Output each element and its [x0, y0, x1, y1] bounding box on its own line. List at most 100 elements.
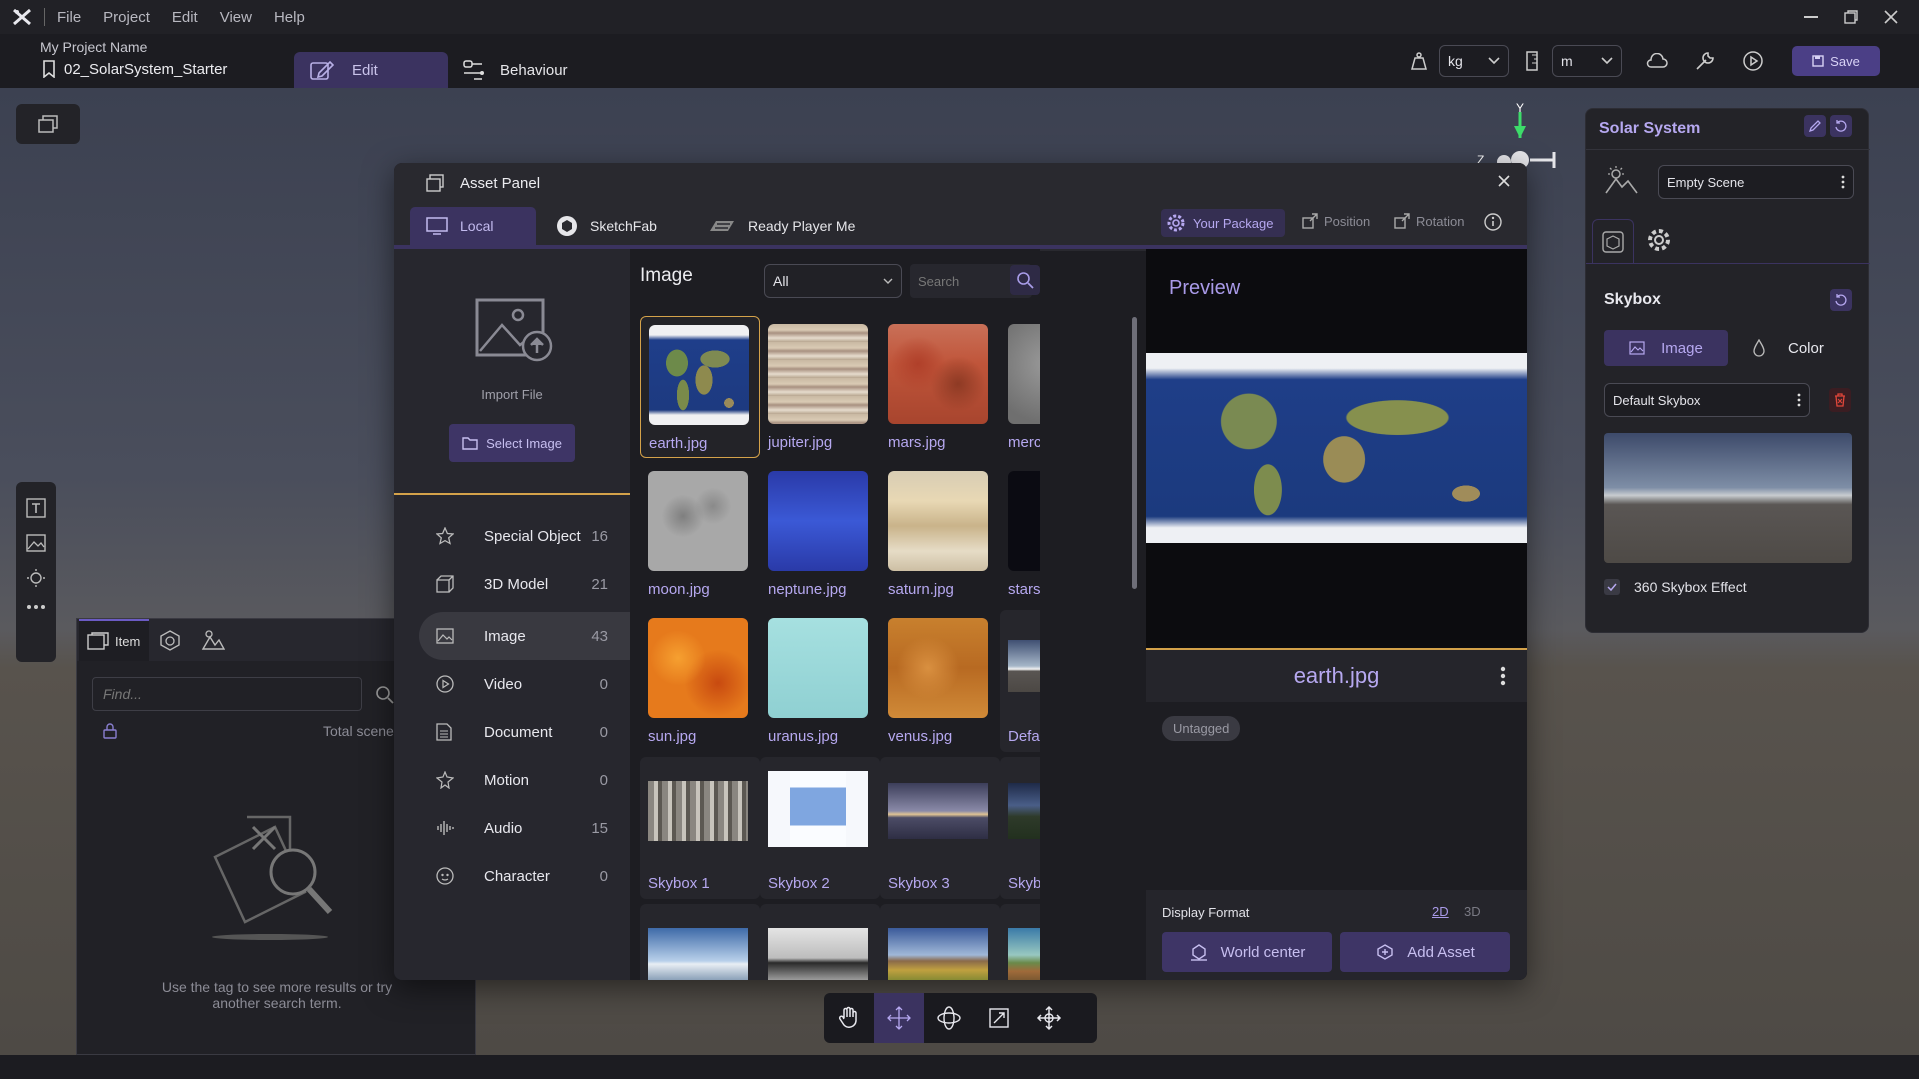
- environment-tab-icon[interactable]: [201, 629, 225, 651]
- tab-sketchfab[interactable]: SketchFab: [556, 207, 657, 245]
- asset-thumb-venus[interactable]: venus.jpg: [880, 610, 1000, 752]
- asset-thumb-skybox-4[interactable]: Skybox 4: [1000, 757, 1040, 899]
- save-button[interactable]: Save: [1792, 46, 1880, 76]
- asset-thumb-skybox-5[interactable]: [640, 904, 760, 980]
- category-motion[interactable]: Motion 0: [436, 758, 608, 802]
- menu-file[interactable]: File: [57, 9, 81, 26]
- asset-thumb-skybox-7[interactable]: [880, 904, 1000, 980]
- asset-thumb-earth[interactable]: earth.jpg: [640, 316, 760, 458]
- transform-tool-button[interactable]: [1024, 993, 1074, 1043]
- category-video[interactable]: Video 0: [436, 662, 608, 706]
- asset-thumb-neptune[interactable]: neptune.jpg: [760, 463, 880, 605]
- scene-name[interactable]: 02_SolarSystem_Starter: [42, 60, 227, 78]
- audio-icon: [436, 820, 454, 836]
- play-icon[interactable]: [1736, 44, 1770, 78]
- more-icon[interactable]: [26, 604, 46, 610]
- light-tool-icon[interactable]: [26, 568, 46, 588]
- asset-thumb-mercury[interactable]: mercury.jpg: [1000, 316, 1040, 458]
- restore-icon[interactable]: [1831, 0, 1871, 34]
- sketchfab-icon: [556, 215, 578, 237]
- tab-behaviour[interactable]: Behaviour: [462, 52, 568, 88]
- category-character[interactable]: Character 0: [436, 854, 608, 898]
- format-2d-button[interactable]: 2D: [1432, 904, 1449, 919]
- delete-skybox-button[interactable]: [1829, 388, 1851, 412]
- text-tool-icon[interactable]: [26, 498, 46, 518]
- asset-thumb-stars-milky[interactable]: stars_milky.jpg: [1000, 463, 1040, 605]
- asset-thumb-skybox-8[interactable]: [1000, 904, 1040, 980]
- mass-unit-select[interactable]: kg: [1439, 45, 1509, 77]
- character-icon: [436, 867, 454, 885]
- tab-skybox-color[interactable]: Color: [1752, 330, 1824, 366]
- asset-thumb-jupiter[interactable]: jupiter.jpg: [760, 316, 880, 458]
- menu-view[interactable]: View: [220, 9, 252, 26]
- tab-local[interactable]: Local: [410, 207, 536, 245]
- rotation-button[interactable]: Rotation: [1394, 213, 1464, 229]
- skybox-effect-checkbox[interactable]: [1604, 579, 1620, 595]
- asset-thumb-sun[interactable]: sun.jpg: [640, 610, 760, 752]
- preview-image: [1146, 353, 1527, 543]
- add-asset-icon: [1375, 943, 1395, 961]
- move-tool-button[interactable]: [874, 993, 924, 1043]
- asset-thumb-saturn[interactable]: saturn.jpg: [880, 463, 1000, 605]
- lock-icon[interactable]: [103, 723, 117, 739]
- category-document[interactable]: Document 0: [436, 710, 608, 754]
- tab-item[interactable]: Item: [79, 619, 149, 661]
- layers-toggle-button[interactable]: [16, 104, 80, 144]
- cube-outline-icon: [1601, 230, 1625, 254]
- add-asset-label: Add Asset: [1407, 943, 1475, 961]
- preview-filename: earth.jpg: [1293, 663, 1380, 688]
- category-image[interactable]: Image 43: [436, 614, 608, 658]
- search-icon[interactable]: [375, 685, 395, 705]
- asset-thumb-skybox-3[interactable]: Skybox 3: [880, 757, 1000, 899]
- tab-skybox-image[interactable]: Image: [1604, 330, 1728, 366]
- skybox-reset-icon[interactable]: [1830, 289, 1852, 311]
- tag-badge[interactable]: Untagged: [1162, 716, 1241, 741]
- rotate-tool-button[interactable]: [924, 993, 974, 1043]
- kebab-menu-icon[interactable]: [1500, 666, 1506, 686]
- skybox-select[interactable]: Default Skybox: [1604, 383, 1810, 417]
- asset-thumb-moon[interactable]: moon.jpg: [640, 463, 760, 605]
- find-input[interactable]: Find...: [92, 677, 362, 711]
- thumb-label: mars.jpg: [888, 434, 946, 451]
- asset-thumb-mars[interactable]: mars.jpg: [880, 316, 1000, 458]
- asset-thumb-default-skybox[interactable]: Default Skybox: [1000, 610, 1040, 752]
- project-header: My Project Name 02_SolarSystem_Starter: [0, 34, 1919, 88]
- your-package-button[interactable]: Your Package: [1161, 209, 1285, 237]
- position-button[interactable]: Position: [1302, 213, 1370, 229]
- minimize-icon[interactable]: [1791, 0, 1831, 34]
- scale-tool-button[interactable]: [974, 993, 1024, 1043]
- skybox-effect-label: 360 Skybox Effect: [1634, 579, 1747, 595]
- tab-ready-player-me[interactable]: Ready Player Me: [708, 207, 855, 245]
- menu-project[interactable]: Project: [103, 9, 150, 26]
- scene-select[interactable]: Empty Scene: [1658, 165, 1854, 199]
- skybox-preview: [1604, 433, 1852, 563]
- hand-tool-button[interactable]: [824, 993, 874, 1043]
- tab-object-properties[interactable]: [1592, 219, 1634, 263]
- menu-edit[interactable]: Edit: [172, 9, 198, 26]
- category-audio[interactable]: Audio 15: [436, 806, 608, 850]
- object-tab-icon[interactable]: [159, 629, 181, 651]
- info-icon[interactable]: [1484, 213, 1502, 231]
- world-center-button[interactable]: World center: [1162, 932, 1332, 972]
- close-icon[interactable]: [1498, 175, 1510, 187]
- asset-thumb-skybox-6[interactable]: [760, 904, 880, 980]
- cloud-icon[interactable]: [1640, 44, 1674, 78]
- settings-gear-icon[interactable]: [1646, 227, 1672, 253]
- grid-scrollbar[interactable]: [1132, 317, 1137, 589]
- rename-icon[interactable]: [1804, 115, 1826, 137]
- close-window-icon[interactable]: [1871, 0, 1911, 34]
- tab-edit[interactable]: Edit: [294, 52, 448, 88]
- reset-icon[interactable]: [1830, 115, 1852, 137]
- image-tool-icon[interactable]: [26, 534, 46, 552]
- format-3d-button[interactable]: 3D: [1464, 904, 1481, 919]
- menu-help[interactable]: Help: [274, 9, 305, 26]
- asset-thumb-skybox-1[interactable]: Skybox 1: [640, 757, 760, 899]
- select-image-button[interactable]: Select Image: [449, 424, 575, 462]
- category-special-object[interactable]: Special Object 16: [436, 514, 608, 558]
- category-3d-model[interactable]: 3D Model 21: [436, 562, 608, 606]
- wrench-icon[interactable]: [1688, 44, 1722, 78]
- add-asset-button[interactable]: Add Asset: [1340, 932, 1510, 972]
- asset-thumb-skybox-2[interactable]: Skybox 2: [760, 757, 880, 899]
- asset-thumb-uranus[interactable]: uranus.jpg: [760, 610, 880, 752]
- length-unit-select[interactable]: m: [1552, 45, 1622, 77]
